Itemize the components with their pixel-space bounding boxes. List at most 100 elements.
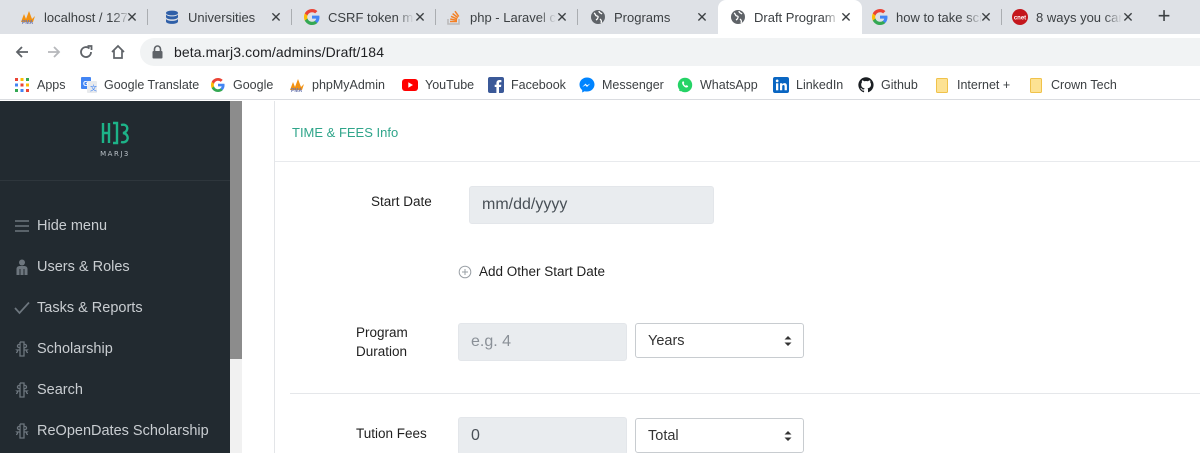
bookmark-label: Google Translate (104, 78, 200, 92)
forward-button[interactable] (42, 40, 66, 64)
phpmyadmin-icon: PMA (289, 77, 305, 93)
tab-title: how to take screenshot (896, 9, 982, 25)
address-bar[interactable]: beta.marj3.com/admins/Draft/184 (140, 38, 1200, 66)
tab-title: php - Laravel csrf (470, 9, 556, 25)
home-button[interactable] (106, 40, 130, 64)
tab-title: localhost / 127.0.0.1 (44, 9, 130, 25)
bookmark-google[interactable]: Google (210, 76, 273, 94)
scrollbar-thumb[interactable] (230, 101, 242, 359)
tab-programs[interactable]: Programs ✕ (578, 0, 718, 34)
url-text[interactable]: beta.marj3.com/admins/Draft/184 (174, 44, 384, 60)
bookmark-messenger[interactable]: Messenger (579, 76, 664, 94)
tab-title: CSRF token mismatch (328, 9, 414, 25)
google-icon (210, 77, 226, 93)
close-tab-icon[interactable]: ✕ (838, 9, 854, 25)
tab-csrf[interactable]: CSRF token mismatch ✕ (292, 0, 436, 34)
bookmark-label: phpMyAdmin (312, 78, 385, 92)
folder-icon (934, 77, 950, 93)
database-icon (164, 9, 180, 25)
bookmark-folder-internet[interactable]: Internet + (934, 76, 1010, 94)
reload-icon (80, 45, 93, 58)
google-icon (304, 9, 320, 25)
whatsapp-icon (677, 77, 693, 93)
bookmark-label: Messenger (602, 78, 664, 92)
sidebar-item-tasks-reports[interactable]: Tasks & Reports (0, 293, 230, 323)
tuition-fees-input[interactable]: 0 (458, 417, 627, 453)
tab-title: Draft Program (754, 9, 836, 25)
sidebar-item-search[interactable]: Search (0, 375, 230, 405)
program-duration-input[interactable]: e.g. 4 (458, 323, 627, 361)
reload-button[interactable] (74, 40, 98, 64)
sidebar-item-reopendates-scholarship[interactable]: ReOpenDates Scholarship (0, 416, 230, 446)
bookmark-folder-crown-tech[interactable]: Crown Tech (1028, 76, 1117, 94)
duration-unit-select[interactable]: Years (635, 323, 804, 358)
bookmark-label: Internet + (957, 78, 1011, 92)
linkedin-icon (773, 77, 789, 93)
bookmark-linkedin[interactable]: LinkedIn (773, 76, 843, 94)
tab-screenshot[interactable]: how to take screenshot ✕ (862, 0, 1002, 34)
bookmark-label: Apps (37, 78, 66, 92)
bookmark-facebook[interactable]: Facebook (488, 76, 566, 94)
close-tab-icon[interactable]: ✕ (978, 9, 994, 25)
tab-draft-program[interactable]: Draft Program ✕ (718, 0, 862, 34)
browser-tab-strip: PMA localhost / 127.0.0.1 ✕ Universities… (0, 0, 1200, 34)
bookmark-google-translate[interactable]: G文 Google Translate (81, 76, 199, 94)
program-duration-label-line2: Duration (356, 344, 408, 359)
time-fees-card: TIME & FEES Info Start Date mm/dd/yyyy A… (274, 101, 1200, 453)
tab-universities[interactable]: Universities ✕ (148, 0, 292, 34)
add-other-start-date-button[interactable]: Add Other Start Date (458, 264, 605, 279)
sidebar-logo-area: MARJ3 (0, 101, 230, 181)
messenger-icon (579, 77, 595, 93)
svg-text:PMA: PMA (22, 20, 34, 24)
sidebar-item-hide-menu[interactable]: Hide menu (0, 211, 230, 241)
bookmark-youtube[interactable]: YouTube (402, 76, 474, 94)
tab-localhost[interactable]: PMA localhost / 127.0.0.1 ✕ (0, 0, 148, 34)
sidebar-item-label: Scholarship (37, 341, 113, 357)
sidebar-scrollbar[interactable] (230, 101, 242, 453)
duration-unit-value: Years (648, 332, 685, 349)
tab-8-ways[interactable]: cnet 8 ways you can ✕ (1002, 0, 1144, 34)
puzzle-icon (14, 341, 30, 357)
svg-text:文: 文 (90, 84, 97, 93)
close-tab-icon[interactable]: ✕ (124, 9, 140, 25)
back-button[interactable] (10, 40, 34, 64)
svg-text:PMA: PMA (291, 88, 303, 92)
github-icon (858, 77, 874, 93)
close-tab-icon[interactable]: ✕ (694, 9, 710, 25)
tuition-type-select[interactable]: Total (635, 418, 804, 453)
sidebar-item-label: Search (37, 382, 83, 398)
sidebar-item-scholarship[interactable]: Scholarship (0, 334, 230, 364)
bookmark-label: LinkedIn (796, 78, 844, 92)
sidebar-item-label: Hide menu (37, 218, 108, 234)
new-tab-button[interactable]: + (1150, 4, 1178, 30)
main-content: TIME & FEES Info Start Date mm/dd/yyyy A… (242, 101, 1200, 453)
card-header: TIME & FEES Info (275, 101, 1200, 162)
globe-icon (730, 9, 746, 25)
sidebar-item-label: ReOpenDates Scholarship (37, 423, 209, 439)
sidebar-item-users-roles[interactable]: Users & Roles (0, 252, 230, 282)
close-tab-icon[interactable]: ✕ (412, 9, 428, 25)
users-icon (14, 259, 30, 275)
start-date-label: Start Date (371, 194, 432, 209)
sidebar-item-label: Tasks & Reports (37, 300, 143, 316)
youtube-icon (402, 77, 418, 93)
close-tab-icon[interactable]: ✕ (268, 9, 284, 25)
svg-text:MARJ3: MARJ3 (100, 150, 130, 158)
start-date-input[interactable]: mm/dd/yyyy (469, 186, 714, 224)
svg-text:G: G (83, 81, 89, 88)
puzzle-icon (14, 382, 30, 398)
marj3-logo[interactable]: MARJ3 (99, 121, 131, 161)
bookmark-phpmyadmin[interactable]: PMA phpMyAdmin (289, 76, 385, 94)
tab-laravel[interactable]: php - Laravel csrf ✕ (436, 0, 578, 34)
bookmark-label: WhatsApp (700, 78, 758, 92)
globe-icon (590, 9, 606, 25)
close-tab-icon[interactable]: ✕ (1120, 9, 1136, 25)
close-tab-icon[interactable]: ✕ (554, 9, 570, 25)
svg-text:cnet: cnet (1014, 16, 1026, 22)
folder-icon (1028, 77, 1044, 93)
google-icon (872, 9, 888, 25)
lock-icon[interactable] (152, 45, 164, 59)
bookmark-whatsapp[interactable]: WhatsApp (677, 76, 758, 94)
bookmark-github[interactable]: Github (858, 76, 918, 94)
bookmark-apps[interactable]: Apps (14, 76, 66, 94)
